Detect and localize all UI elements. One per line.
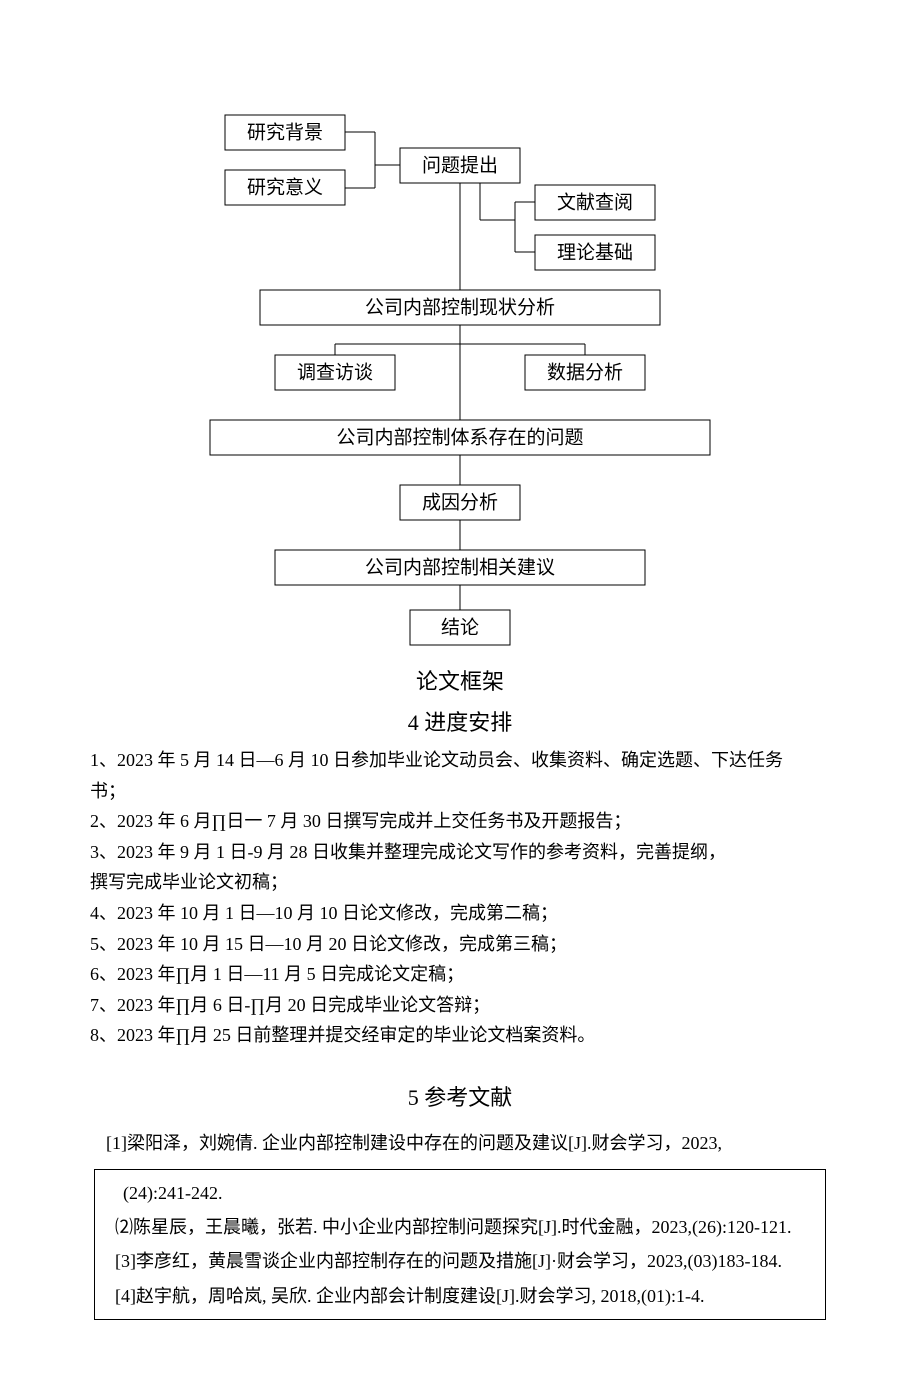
schedule-item: 8、2023 年∏月 25 日前整理并提交经审定的毕业论文档案资料。 xyxy=(90,1020,830,1051)
reference-item: [4]赵宇航，周哈岚, 吴欣. 企业内部会计制度建设[J].财会学习, 2018… xyxy=(95,1279,825,1313)
node-research-significance-label: 研究意义 xyxy=(247,176,323,198)
schedule-item: 书； xyxy=(90,776,830,807)
schedule-item: 5、2023 年 10 月 15 日—10 月 20 日论文修改，完成第三稿； xyxy=(90,929,830,960)
flowchart-caption: 论文框架 xyxy=(90,665,830,698)
schedule-item: 撰写完成毕业论文初稿； xyxy=(90,867,830,898)
schedule-item: 3、2023 年 9 月 1 日-9 月 28 日收集并整理完成论文写作的参考资… xyxy=(90,837,830,868)
node-literature-review-label: 文献查阅 xyxy=(557,191,633,213)
flowchart-svg: 研究背景 研究意义 问题提出 文献查阅 理论基础 公司内部控制现状分析 调查访谈… xyxy=(180,100,740,660)
schedule-heading: 4 进度安排 xyxy=(90,706,830,739)
schedule-item: 2、2023 年 6 月∏日一 7 月 30 日撰写完成并上交任务书及开题报告； xyxy=(90,806,830,837)
references-heading: 5 参考文献 xyxy=(90,1081,830,1114)
reference-item: [1]梁阳泽，刘婉倩. 企业内部控制建设中存在的问题及建议[J].财会学习，20… xyxy=(94,1130,830,1157)
node-existing-problems-label: 公司内部控制体系存在的问题 xyxy=(336,426,583,448)
reference-box: (24):241-242. ⑵陈星辰，王晨曦，张若. 中小企业内部控制问题探究[… xyxy=(94,1169,826,1320)
node-conclusion-label: 结论 xyxy=(441,616,479,638)
reference-item: [3]李彦红，黄晨雪谈企业内部控制存在的问题及措施[J]·财会学习，2023,(… xyxy=(95,1244,825,1278)
schedule-list: 1、2023 年 5 月 14 日—6 月 10 日参加毕业论文动员会、收集资料… xyxy=(90,745,830,1051)
node-data-analysis-label: 数据分析 xyxy=(547,361,623,383)
node-cause-analysis-label: 成因分析 xyxy=(422,491,498,513)
reference-item: ⑵陈星辰，王晨曦，张若. 中小企业内部控制问题探究[J].时代金融，2023,(… xyxy=(95,1210,825,1244)
reference-item: (24):241-242. xyxy=(95,1176,825,1210)
node-research-background-label: 研究背景 xyxy=(247,121,323,143)
node-theoretical-basis-label: 理论基础 xyxy=(557,241,633,263)
node-survey-interview-label: 调查访谈 xyxy=(297,361,373,383)
schedule-item: 6、2023 年∏月 1 日—11 月 5 日完成论文定稿； xyxy=(90,959,830,990)
schedule-item: 4、2023 年 10 月 1 日—10 月 10 日论文修改，完成第二稿； xyxy=(90,898,830,929)
node-suggestions-label: 公司内部控制相关建议 xyxy=(365,556,555,578)
node-problem-proposal-label: 问题提出 xyxy=(422,154,498,176)
node-status-analysis-label: 公司内部控制现状分析 xyxy=(365,296,555,318)
schedule-item: 1、2023 年 5 月 14 日—6 月 10 日参加毕业论文动员会、收集资料… xyxy=(90,745,830,776)
flowchart: 研究背景 研究意义 问题提出 文献查阅 理论基础 公司内部控制现状分析 调查访谈… xyxy=(180,100,740,660)
schedule-item: 7、2023 年∏月 6 日-∏月 20 日完成毕业论文答辩； xyxy=(90,990,830,1021)
